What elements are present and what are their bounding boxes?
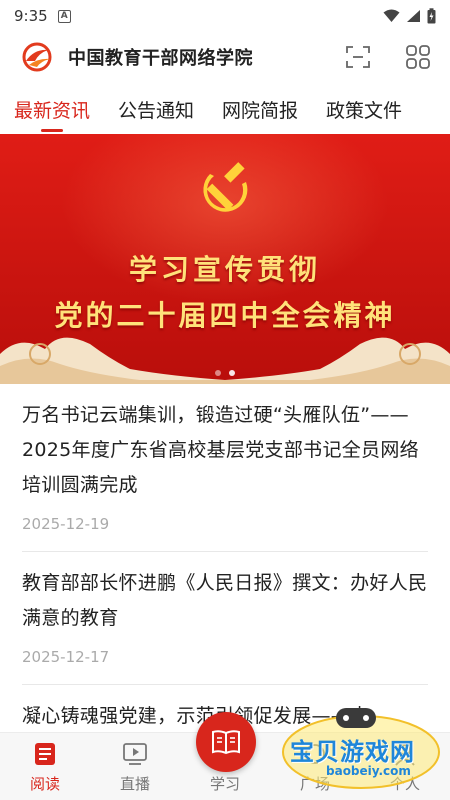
carousel-dot[interactable] [215,370,221,376]
live-icon [122,741,148,767]
tab-latest-news[interactable]: 最新资讯 [14,88,90,134]
person-icon [392,741,418,767]
news-date: 2025-12-17 [22,648,110,666]
news-item[interactable]: 万名书记云端集训，锻造过硬“头雁队伍”——2025年度广东省高校基层党支部书记全… [22,384,428,552]
read-icon [32,741,58,767]
app-logo-icon [22,42,52,72]
notification-icon: A [57,9,71,23]
status-bar: 9:35 A [0,0,450,32]
nav-live[interactable]: 直播 [90,733,180,800]
news-date: 2025-12-19 [22,515,110,533]
news-list: 万名书记云端集训，锻造过硬“头雁队伍”——2025年度广东省高校基层党支部书记全… [0,384,450,734]
nav-read[interactable]: 阅读 [0,733,90,800]
carousel-indicators [0,370,450,376]
carousel-dot-active[interactable] [229,370,235,376]
nav-me[interactable]: 个人 [360,733,450,800]
study-center-button[interactable] [196,712,256,772]
grid-menu-button[interactable] [404,43,432,71]
news-item[interactable]: 教育部部长怀进鹏《人民日报》撰文：办好人民满意的教育 2025-12-17 [22,552,428,685]
nav-square[interactable]: 广场 [270,733,360,800]
banner-carousel[interactable]: 学习宣传贯彻 党的二十届四中全会精神 [0,134,450,384]
nav-live-label: 直播 [119,775,150,793]
news-title: 教育部部长怀进鹏《人民日报》撰文：办好人民满意的教育 [22,572,428,629]
tab-announcements[interactable]: 公告通知 [118,88,194,134]
square-icon [302,741,328,767]
nav-me-label: 个人 [389,775,420,793]
status-icons [383,8,436,24]
app-title: 中国教育干部网络学院 [68,48,253,69]
tab-policy-files[interactable]: 政策文件 [326,88,402,134]
scan-icon [346,46,370,68]
category-tabs: 最新资讯 公告通知 网院简报 政策文件 [0,88,450,134]
battery-icon [427,8,436,24]
nav-read-label: 阅读 [29,775,60,793]
nav-study-label: 学习 [209,775,240,793]
nav-square-label: 广场 [299,775,330,793]
signal-icon [407,10,420,22]
banner-headline-1: 学习宣传贯彻 [128,253,321,286]
book-icon [212,730,240,755]
grid-icon [406,45,430,69]
scan-button[interactable] [344,43,372,71]
hammer-sickle-icon [203,162,248,212]
news-title: 万名书记云端集训，锻造过硬“头雁队伍”——2025年度广东省高校基层党支部书记全… [22,404,419,496]
tab-briefing[interactable]: 网院简报 [222,88,298,134]
wifi-icon [383,9,400,22]
status-time: 9:35 [14,7,48,25]
app-header: 中国教育干部网络学院 [0,32,450,82]
